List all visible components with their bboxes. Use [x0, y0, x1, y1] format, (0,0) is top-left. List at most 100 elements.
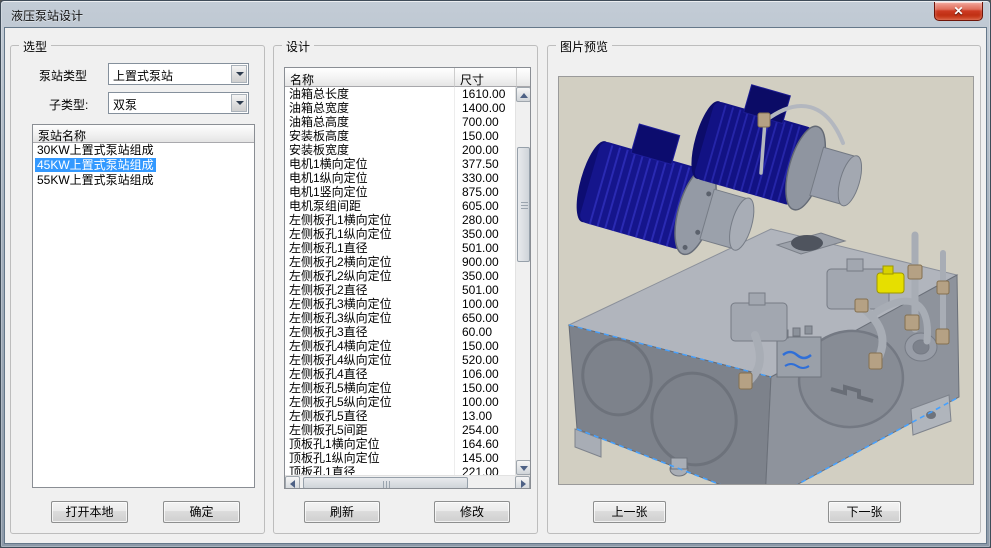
row-name-cell: 左侧板孔5横向定位 [285, 381, 455, 395]
table-row[interactable]: 电机1纵向定位 330.00 [285, 171, 517, 185]
table-row[interactable]: 电机泵组间距 605.00 [285, 199, 517, 213]
table-row[interactable]: 油箱总宽度 1400.00 [285, 101, 517, 115]
modify-button[interactable]: 修改 [434, 501, 510, 523]
table-row[interactable]: 左侧板孔4纵向定位 520.00 [285, 353, 517, 367]
table-row[interactable]: 左侧板孔4横向定位 150.00 [285, 339, 517, 353]
row-size-cell: 377.50 [455, 157, 517, 171]
row-name-cell: 左侧板孔5纵向定位 [285, 395, 455, 409]
row-size-cell: 13.00 [455, 409, 517, 423]
table-row[interactable]: 安装板高度 150.00 [285, 129, 517, 143]
table-row[interactable]: 顶板孔1直径 221.00 [285, 465, 517, 475]
row-size-cell: 221.00 [455, 465, 517, 475]
row-name-cell: 油箱总高度 [285, 115, 455, 129]
ok-button[interactable]: 确定 [163, 501, 240, 523]
scroll-up-button[interactable] [516, 87, 531, 102]
table-row[interactable]: 左侧板孔2直径 501.00 [285, 283, 517, 297]
row-size-cell: 200.00 [455, 143, 517, 157]
row-name-cell: 电机1竖向定位 [285, 185, 455, 199]
subtype-combobox[interactable]: 双泵 [108, 92, 249, 114]
subtype-dropdown-button[interactable] [231, 94, 247, 112]
subtype-value: 双泵 [113, 96, 137, 113]
pump-type-label: 泵站类型 [39, 67, 87, 84]
scroll-left-button[interactable] [285, 476, 300, 489]
window-title: 液压泵站设计 [11, 7, 83, 24]
table-row[interactable]: 电机1竖向定位 875.00 [285, 185, 517, 199]
station-list-header-label: 泵站名称 [38, 129, 86, 143]
table-row[interactable]: 电机1横向定位 377.50 [285, 157, 517, 171]
column-header-size[interactable]: 尺寸 [455, 68, 517, 87]
pump-type-dropdown-button[interactable] [231, 65, 247, 83]
table-row[interactable]: 左侧板孔3横向定位 100.00 [285, 297, 517, 311]
design-group: 设计 名称 尺寸 油箱总长度 1610.00 油箱总宽度 1400.00 [273, 45, 538, 534]
table-row[interactable]: 左侧板孔3直径 60.00 [285, 325, 517, 339]
row-size-cell: 280.00 [455, 213, 517, 227]
subtype-label: 子类型: [49, 96, 88, 113]
table-row[interactable]: 左侧板孔5直径 13.00 [285, 409, 517, 423]
row-name-cell: 左侧板孔4横向定位 [285, 339, 455, 353]
row-name-cell: 电机1纵向定位 [285, 171, 455, 185]
table-row[interactable]: 顶板孔1纵向定位 145.00 [285, 451, 517, 465]
arrow-down-icon [520, 466, 528, 471]
table-row[interactable]: 左侧板孔2横向定位 900.00 [285, 255, 517, 269]
table-row[interactable]: 油箱总长度 1610.00 [285, 87, 517, 101]
row-size-cell: 100.00 [455, 297, 517, 311]
pump-type-combobox[interactable]: 上置式泵站 [108, 63, 249, 85]
scroll-down-button[interactable] [516, 460, 531, 475]
horizontal-scroll-thumb[interactable] [303, 477, 468, 489]
list-item[interactable]: 45KW上置式泵站组成 [33, 158, 254, 173]
dimension-table-body: 油箱总长度 1610.00 油箱总宽度 1400.00 油箱总高度 700.00… [285, 87, 517, 475]
next-image-button[interactable]: 下一张 [828, 501, 901, 523]
table-row[interactable]: 左侧板孔4直径 106.00 [285, 367, 517, 381]
close-button[interactable]: ✕ [934, 2, 983, 21]
titlebar[interactable]: 液压泵站设计 ✕ [1, 1, 990, 28]
previous-image-button[interactable]: 上一张 [593, 501, 666, 523]
table-row[interactable]: 安装板宽度 200.00 [285, 143, 517, 157]
table-row[interactable]: 左侧板孔3纵向定位 650.00 [285, 311, 517, 325]
open-local-button[interactable]: 打开本地 [51, 501, 128, 523]
row-name-cell: 左侧板孔5直径 [285, 409, 455, 423]
station-listbox: 泵站名称 30KW上置式泵站组成 45KW上置式泵站组成 55KW上置式泵站组成 [32, 124, 255, 488]
close-icon: ✕ [953, 4, 963, 18]
table-row[interactable]: 左侧板孔5间距 254.00 [285, 423, 517, 437]
row-name-cell: 顶板孔1横向定位 [285, 437, 455, 451]
row-size-cell: 350.00 [455, 269, 517, 283]
table-row[interactable]: 左侧板孔2纵向定位 350.00 [285, 269, 517, 283]
row-size-cell: 900.00 [455, 255, 517, 269]
table-row[interactable]: 顶板孔1横向定位 164.60 [285, 437, 517, 451]
row-name-cell: 左侧板孔1纵向定位 [285, 227, 455, 241]
row-size-cell: 875.00 [455, 185, 517, 199]
row-size-cell: 164.60 [455, 437, 517, 451]
list-item[interactable]: 55KW上置式泵站组成 [33, 173, 254, 188]
table-row[interactable]: 左侧板孔1横向定位 280.00 [285, 213, 517, 227]
table-row[interactable]: 左侧板孔5横向定位 150.00 [285, 381, 517, 395]
dialog-client-area: 选型 泵站类型 上置式泵站 子类型: 双泵 泵站名称 30KW上置式泵站组成 4… [5, 28, 986, 543]
row-size-cell: 150.00 [455, 129, 517, 143]
preview-group-title: 图片预览 [556, 38, 612, 55]
column-header-name[interactable]: 名称 [285, 68, 455, 87]
list-item-label: 30KW上置式泵站组成 [35, 143, 156, 157]
table-row[interactable]: 左侧板孔1纵向定位 350.00 [285, 227, 517, 241]
dialog-window: 液压泵站设计 ✕ 选型 泵站类型 上置式泵站 子类型: 双泵 泵站名称 [0, 0, 991, 548]
table-row[interactable]: 左侧板孔5纵向定位 100.00 [285, 395, 517, 409]
table-row[interactable]: 油箱总高度 700.00 [285, 115, 517, 129]
vertical-scroll-thumb[interactable] [517, 147, 530, 262]
table-row[interactable]: 左侧板孔1直径 501.00 [285, 241, 517, 255]
column-header-filler [517, 68, 530, 87]
row-size-cell: 520.00 [455, 353, 517, 367]
row-name-cell: 左侧板孔4纵向定位 [285, 353, 455, 367]
refresh-button[interactable]: 刷新 [304, 501, 380, 523]
row-size-cell: 330.00 [455, 171, 517, 185]
row-name-cell: 电机1横向定位 [285, 157, 455, 171]
selection-group: 选型 泵站类型 上置式泵站 子类型: 双泵 泵站名称 30KW上置式泵站组成 4… [10, 45, 265, 534]
preview-image [559, 77, 974, 485]
station-list-header[interactable]: 泵站名称 [33, 125, 254, 143]
row-size-cell: 106.00 [455, 367, 517, 381]
list-item[interactable]: 30KW上置式泵站组成 [33, 143, 254, 158]
horizontal-scrollbar[interactable] [285, 475, 530, 489]
row-size-cell: 145.00 [455, 451, 517, 465]
scroll-right-button[interactable] [515, 476, 530, 489]
preview-image-frame [558, 76, 974, 485]
chevron-down-icon [236, 101, 244, 105]
vertical-scrollbar[interactable] [515, 87, 530, 475]
thumb-grip-icon [521, 205, 528, 206]
